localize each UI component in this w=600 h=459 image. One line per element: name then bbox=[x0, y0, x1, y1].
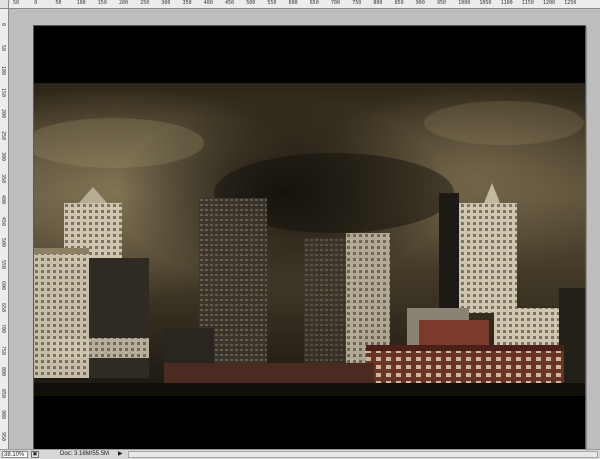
city-skyline-image bbox=[34, 83, 585, 396]
ruler-tick-label: 0 bbox=[34, 0, 38, 6]
ruler-origin[interactable] bbox=[0, 0, 9, 9]
ruler-tick-label: 200 bbox=[0, 109, 6, 119]
ruler-tick-label: 450 bbox=[0, 216, 6, 226]
ruler-tick-label: 300 bbox=[161, 0, 171, 6]
ruler-tick-label: 400 bbox=[203, 0, 213, 6]
document-size-info: Doc: 3.16M/55.5M bbox=[60, 451, 110, 457]
ruler-tick-label: 350 bbox=[0, 173, 6, 183]
pasteboard bbox=[9, 9, 600, 450]
ruler-tick-label: 950 bbox=[0, 431, 6, 441]
ruler-tick-label: 250 bbox=[0, 130, 6, 140]
ruler-tick-label: 900 bbox=[0, 410, 6, 420]
ruler-tick-label: 750 bbox=[0, 345, 6, 355]
ruler-tick-label: 50 bbox=[0, 44, 6, 51]
ruler-tick-label: 600 bbox=[0, 281, 6, 291]
ruler-tick-label: 150 bbox=[97, 0, 107, 6]
ruler-tick-label: 850 bbox=[0, 388, 6, 398]
vertical-ruler[interactable]: 0 50 100 150 200 250 300 350 400 450 500 550 600 650 7… bbox=[0, 9, 9, 449]
ruler-tick-label: 200 bbox=[119, 0, 129, 6]
horizontal-ruler[interactable]: 50 0 50 100 150 200 250 300 350 400 450 500 550 600 65… bbox=[9, 0, 600, 9]
ruler-tick-label: 650 bbox=[309, 0, 319, 6]
ruler-tick-label: 800 bbox=[0, 367, 6, 377]
ruler-tick-label: 900 bbox=[415, 0, 425, 6]
zoom-level-field[interactable]: 38.10% bbox=[2, 451, 28, 458]
ruler-tick-label: 400 bbox=[0, 195, 6, 205]
ruler-tick-label: 1200 bbox=[543, 0, 556, 6]
ruler-tick-label: 700 bbox=[0, 324, 6, 334]
ruler-tick-label: 150 bbox=[0, 87, 6, 97]
ruler-tick-label: 50 bbox=[13, 0, 20, 6]
ruler-tick-label: 500 bbox=[246, 0, 256, 6]
ruler-tick-label: 0 bbox=[0, 23, 6, 27]
ruler-tick-label: 450 bbox=[225, 0, 235, 6]
ruler-tick-label: 1100 bbox=[500, 0, 513, 6]
ruler-tick-label: 550 bbox=[267, 0, 277, 6]
right-triangle-icon[interactable]: ▶ bbox=[118, 451, 123, 458]
ruler-tick-label: 1050 bbox=[479, 0, 492, 6]
status-bar: 38.10% ▣ Doc: 3.16M/55.5M ▶ bbox=[0, 449, 600, 459]
ruler-tick-label: 750 bbox=[352, 0, 362, 6]
ruler-tick-label: 550 bbox=[0, 259, 6, 269]
ruler-tick-label: 950 bbox=[437, 0, 447, 6]
ruler-tick-label: 100 bbox=[0, 66, 6, 76]
ruler-tick-label: 500 bbox=[0, 238, 6, 248]
ruler-tick-label: 350 bbox=[182, 0, 192, 6]
ruler-tick-label: 850 bbox=[394, 0, 404, 6]
ruler-tick-label: 100 bbox=[76, 0, 86, 6]
document-canvas[interactable] bbox=[33, 25, 586, 450]
ruler-tick-label: 700 bbox=[331, 0, 341, 6]
ruler-tick-label: 800 bbox=[373, 0, 383, 6]
ruler-tick-label: 1250 bbox=[564, 0, 577, 6]
ruler-tick-label: 1150 bbox=[521, 0, 534, 6]
ruler-tick-label: 650 bbox=[0, 302, 6, 312]
navigator-icon[interactable]: ▣ bbox=[31, 451, 39, 458]
horizontal-scrollbar[interactable] bbox=[128, 451, 598, 458]
ruler-tick-label: 1000 bbox=[458, 0, 471, 6]
ruler-tick-label: 50 bbox=[55, 0, 62, 6]
ruler-tick-label: 250 bbox=[140, 0, 150, 6]
ruler-tick-label: 600 bbox=[288, 0, 298, 6]
ruler-tick-label: 300 bbox=[0, 152, 6, 162]
